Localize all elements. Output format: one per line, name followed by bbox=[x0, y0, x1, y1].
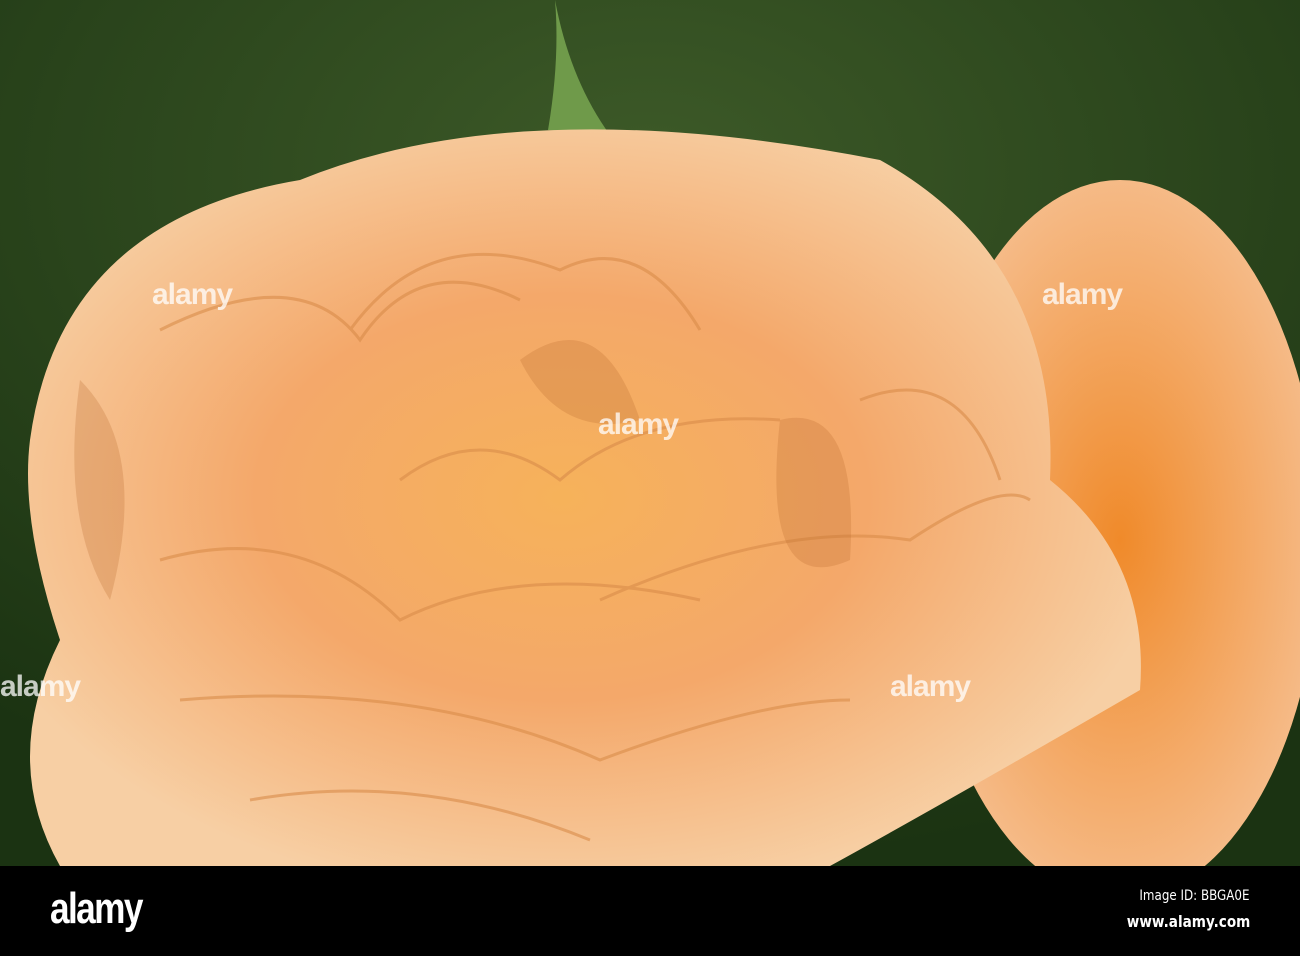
main-rose bbox=[28, 129, 1141, 866]
watermark: alamy bbox=[1042, 278, 1123, 311]
watermark: alamy bbox=[152, 278, 233, 311]
watermark: alamy bbox=[890, 670, 971, 703]
footer-bar: alamy Image ID: BBGA0E www.alamy.com bbox=[0, 866, 1300, 956]
watermark: alamy bbox=[598, 408, 679, 441]
alamy-logo: alamy bbox=[50, 884, 143, 933]
image-id: Image ID: BBGA0E bbox=[1139, 888, 1250, 904]
watermark: alamy bbox=[0, 670, 81, 703]
site-url: www.alamy.com bbox=[1126, 912, 1250, 931]
stock-photo: alamy alamy alamy alamy alamy alamy Imag… bbox=[0, 0, 1300, 956]
